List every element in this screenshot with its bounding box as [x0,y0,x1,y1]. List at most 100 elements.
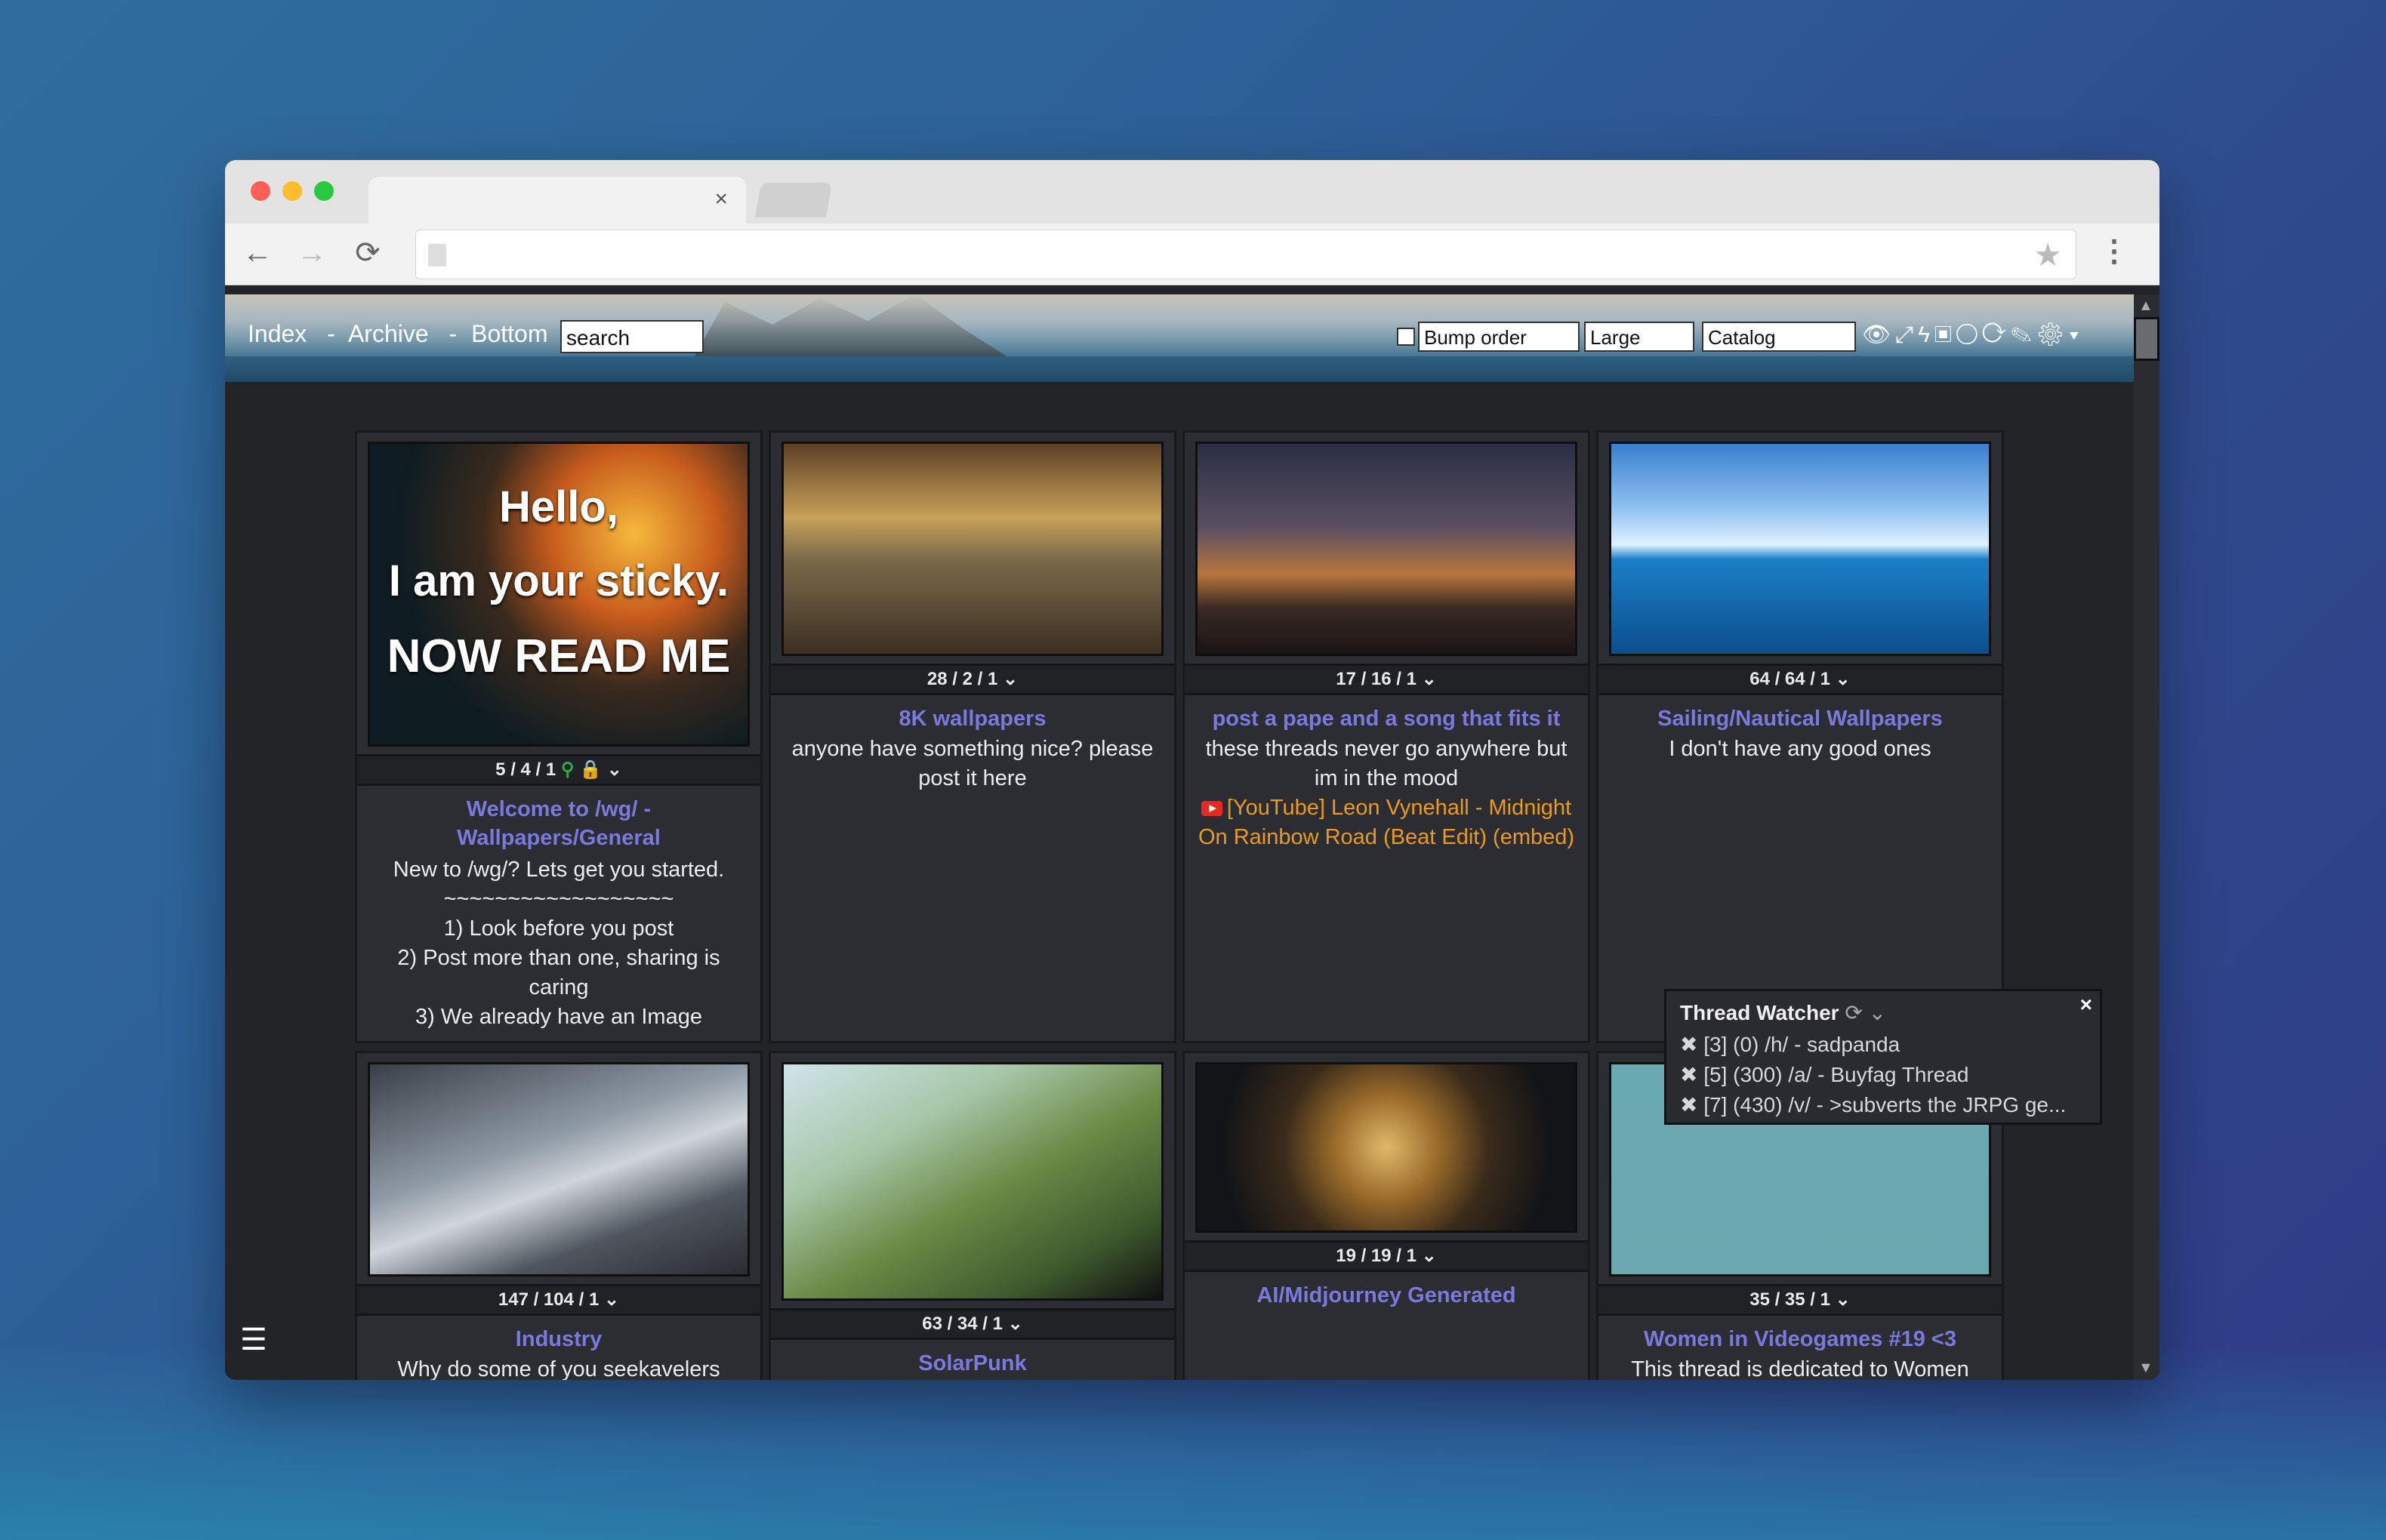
lightning-icon[interactable]: ϟ [1918,322,1934,347]
eye-icon[interactable]: 👁 [1862,322,1895,347]
chevron-down-icon[interactable]: ⌄ [607,759,622,780]
scroll-up-icon[interactable]: ▲ [2138,297,2153,315]
thread-title[interactable]: post a pape and a song that fits it [1185,704,1588,733]
catalog-thread[interactable]: 17 / 16 / 1 ⌄ post a pape and a song tha… [1182,430,1590,1043]
watcher-row[interactable]: ✖ [3] (0) /h/ - sadpanda [1680,1030,2086,1060]
chevron-down-icon[interactable]: ⌄ [1003,669,1018,689]
embed-text[interactable]: [YouTube] Leon Vynehall - Midnight On Ra… [1198,796,1574,849]
scrollbar[interactable]: ▲ ▼ [2134,294,2159,1380]
expand-icon[interactable]: ⤢ [1895,322,1918,347]
stats-text: 63 / 34 / 1 [922,1314,1003,1334]
wrench-icon[interactable]: ✎ [2011,322,2036,347]
stats-text: 64 / 64 / 1 [1749,669,1830,689]
reload-icon[interactable]: ⟳ [349,234,387,272]
thumb-size-select[interactable]: Large [1584,322,1694,352]
stats-text: 147 / 104 / 1 [498,1289,600,1310]
thread-title[interactable]: AI/Midjourney Generated [1185,1281,1588,1310]
chevron-down-icon[interactable]: ⌄ [1836,669,1851,689]
refresh-icon[interactable]: ⟳ [1845,1001,1862,1024]
bottom-link[interactable]: Bottom [471,320,547,347]
thread-thumbnail[interactable] [781,442,1164,656]
watcher-close-icon[interactable]: × [2080,993,2092,1017]
watcher-row-text[interactable]: [3] (0) /h/ - sadpanda [1703,1033,1900,1056]
thread-thumbnail[interactable] [781,1062,1164,1301]
maximize-window-button[interactable] [314,181,334,201]
sort-order-select[interactable]: Bump order [1418,322,1580,352]
stats-text: 5 / 4 / 1 [495,759,556,780]
page-icon [428,244,446,266]
thread-thumbnail[interactable] [368,1062,750,1277]
chevron-down-icon[interactable]: ⌄ [1869,1001,1886,1024]
thread-title[interactable]: 8K wallpapers [771,704,1174,733]
catalog-thread[interactable]: 19 / 19 / 1 ⌄ AI/Midjourney Generated [1182,1051,1590,1380]
thread-stats: 35 / 35 / 1 ⌄ [1598,1284,2002,1316]
sticky-line: I am your sticky. [388,556,729,605]
thread-thumbnail[interactable] [1195,1062,1577,1233]
sticky-line: Hello, [499,482,618,531]
catalog-thread[interactable]: 63 / 34 / 1 ⌄ SolarPunk [769,1051,1176,1380]
archive-link[interactable]: Archive [348,320,429,347]
catalog-thread[interactable]: Hello, I am your sticky. NOW READ ME 5 /… [355,430,763,1043]
watcher-row-text[interactable]: [7] (430) /v/ - >subverts the JRPG ge... [1703,1093,2066,1116]
watcher-title: Thread Watcher [1680,1001,1839,1024]
thread-thumbnail[interactable] [1195,442,1577,656]
chevron-down-icon[interactable]: ⌄ [1422,669,1437,689]
thread-body: Why do some of you seekavelers [397,1357,720,1380]
thread-title[interactable]: SolarPunk [771,1349,1174,1378]
thread-stats: 5 / 4 / 1 ⚲ 🔒 ⌄ [357,754,760,786]
catalog-thread[interactable]: 28 / 2 / 1 ⌄ 8K wallpapers anyone have s… [769,430,1176,1043]
chevron-down-icon[interactable]: ⌄ [1836,1289,1851,1310]
tab-close-icon[interactable]: × [714,184,728,214]
stats-text: 35 / 35 / 1 [1749,1289,1830,1310]
address-bar[interactable]: ★ [415,229,2076,279]
refresh-icon[interactable]: ⟳ [1982,322,2011,347]
browser-menu-icon[interactable]: ⋮ [2099,233,2129,270]
chevron-down-icon[interactable]: ⌄ [1422,1246,1437,1266]
dropdown-caret-icon[interactable]: ▾ [2070,322,2084,347]
remove-icon[interactable]: ✖ [1680,1093,1703,1116]
thread-thumbnail[interactable]: Hello, I am your sticky. NOW READ ME [368,442,750,747]
thread-stats: 63 / 34 / 1 ⌄ [771,1308,1174,1340]
scroll-thumb[interactable] [2134,317,2159,361]
back-icon[interactable]: ← [239,234,276,272]
body-line: ~~~~~~~~~~~~~~~~~~ [443,887,674,911]
chevron-down-icon[interactable]: ⌄ [604,1289,619,1310]
stats-text: 17 / 16 / 1 [1336,669,1416,689]
bump-order-checkbox[interactable] [1397,328,1415,346]
view-mode-select[interactable]: Catalog [1702,322,1856,352]
watcher-row[interactable]: ✖ [7] (430) /v/ - >subverts the JRPG ge.… [1680,1090,2086,1120]
bookmark-star-icon[interactable]: ★ [2033,236,2062,273]
catalog-thread[interactable]: 64 / 64 / 1 ⌄ Sailing/Nautical Wallpaper… [1596,430,2004,1043]
watcher-row[interactable]: ✖ [5] (300) /a/ - Buyfag Thread [1680,1060,2086,1090]
catalog-thread[interactable]: 147 / 104 / 1 ⌄ Industry Why do some of … [355,1051,763,1380]
browser-tab[interactable]: × [368,177,746,223]
settings-icon[interactable]: ⚙ [2036,322,2069,347]
remove-icon[interactable]: ✖ [1680,1063,1703,1086]
youtube-embed-link[interactable]: [YouTube] Leon Vynehall - Midnight On Ra… [1195,793,1577,852]
body-line: New to /wg/? Lets get you started. [393,858,725,882]
waves-illustration [225,356,2134,382]
thread-body: I don't have any good ones [1669,737,1931,761]
minimize-window-button[interactable] [282,181,302,201]
hamburger-menu-icon[interactable]: ☰ [240,1323,267,1357]
forward-icon[interactable]: → [293,234,331,272]
thread-title[interactable]: Industry [357,1325,760,1354]
scroll-down-icon[interactable]: ▼ [2138,1360,2153,1377]
remove-icon[interactable]: ✖ [1680,1033,1703,1056]
search-input[interactable]: search [560,320,704,353]
index-link[interactable]: Index [248,320,307,347]
thread-thumbnail[interactable] [1609,442,1991,656]
thread-title[interactable]: Women in Videogames #19 <3 [1598,1325,2002,1354]
thread-title[interactable]: Welcome to /wg/ - Wallpapers/General [357,795,760,852]
new-tab-button[interactable] [754,183,833,217]
thread-title[interactable]: Sailing/Nautical Wallpapers [1598,704,2002,733]
chat-icon[interactable]: ◯ [1956,322,1982,347]
close-window-button[interactable] [251,181,270,201]
lock-icon: 🔒 [579,759,603,780]
stats-text: 19 / 19 / 1 [1336,1246,1416,1266]
image-icon[interactable]: ▣ [1934,322,1956,347]
chevron-down-icon[interactable]: ⌄ [1008,1314,1023,1334]
watcher-row-text[interactable]: [5] (300) /a/ - Buyfag Thread [1703,1063,1968,1086]
sticky-line: NOW READ ME [387,630,731,682]
thread-body: This thread is dedicated to Women [1631,1357,1969,1380]
